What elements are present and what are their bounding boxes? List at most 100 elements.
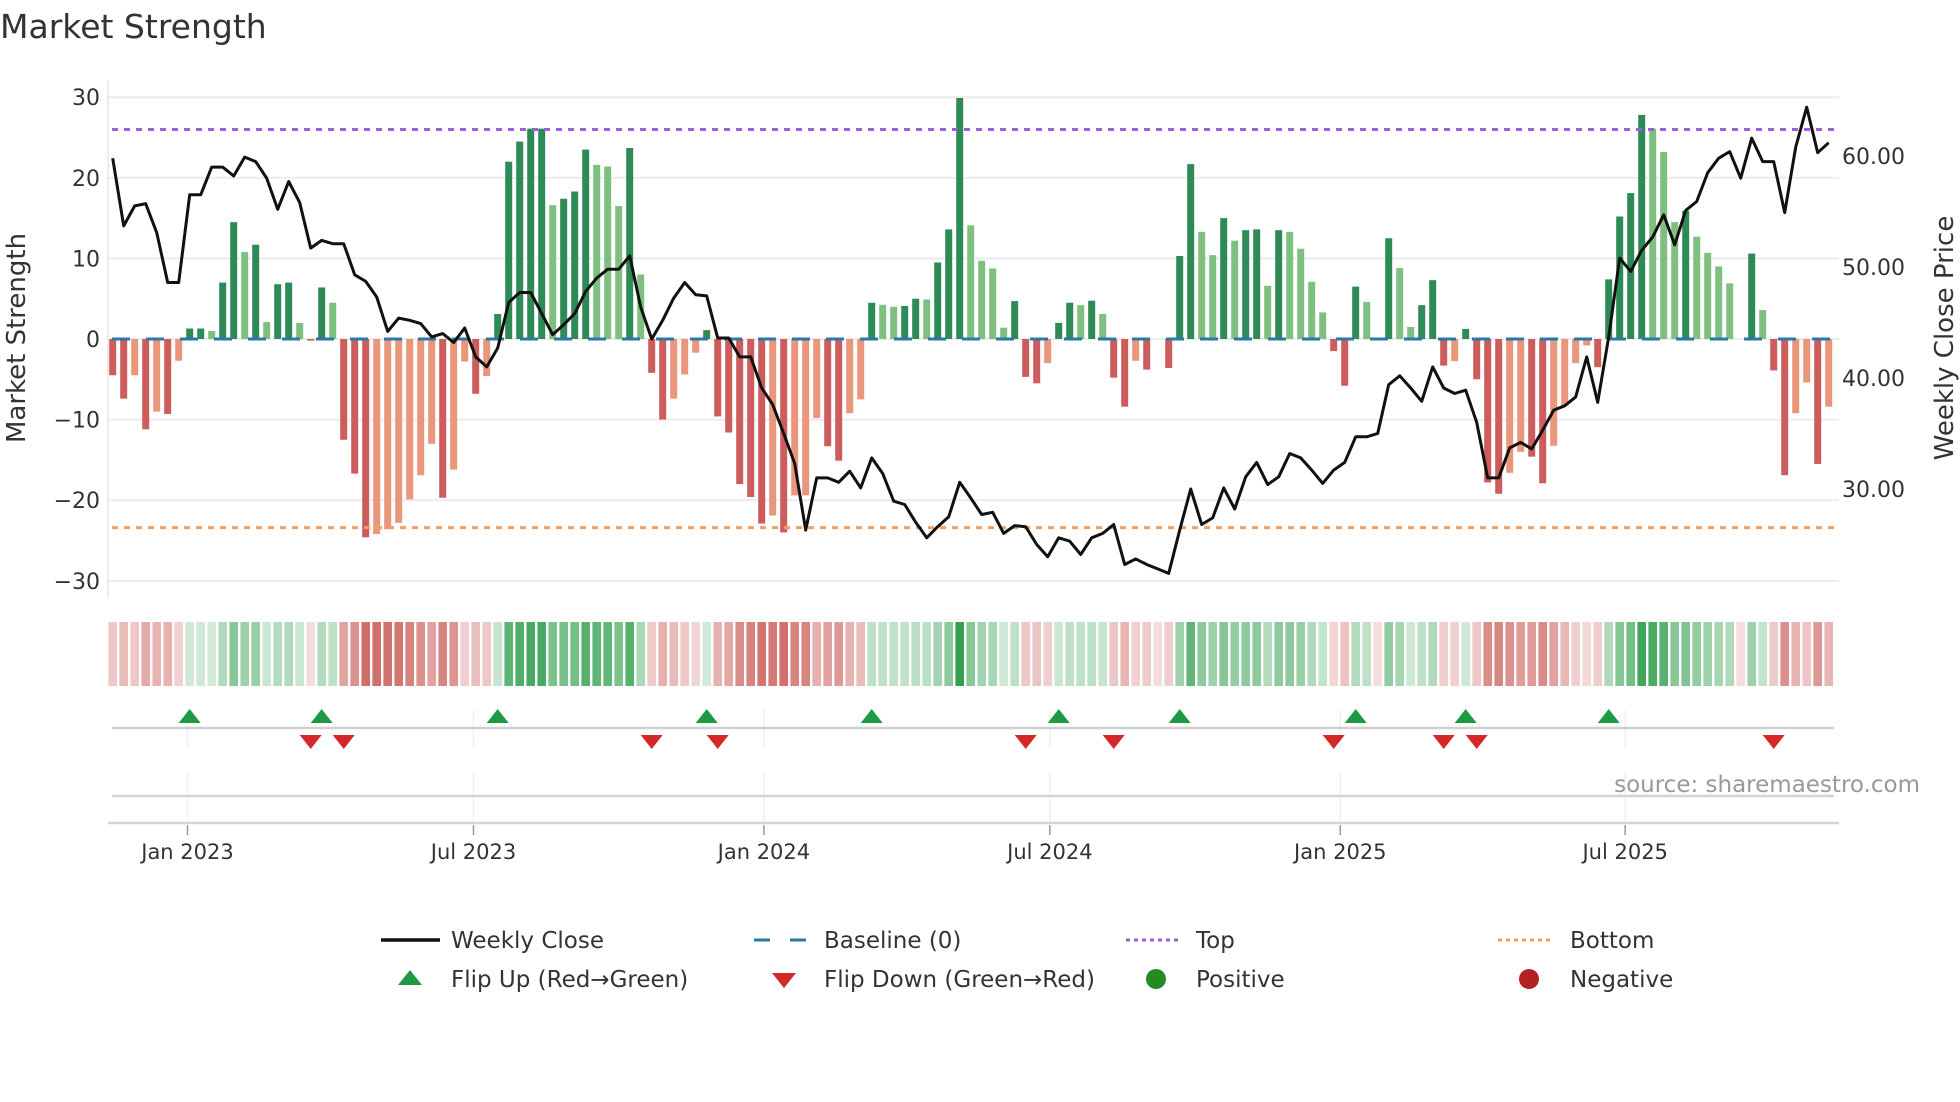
strength-bar <box>1462 328 1470 339</box>
strength-bar <box>1330 339 1338 352</box>
strength-bar <box>890 306 898 339</box>
heat-cell <box>691 622 700 686</box>
strength-bar <box>241 251 249 339</box>
heat-cell <box>1571 622 1580 686</box>
strength-bar <box>1825 339 1833 407</box>
heat-cell <box>130 622 139 686</box>
heat-cell <box>1263 622 1272 686</box>
heat-cell <box>1615 622 1624 686</box>
strength-bar <box>516 141 524 339</box>
heat-cell <box>1219 622 1228 686</box>
heat-cell <box>1197 622 1206 686</box>
triangle-up-icon <box>398 970 422 985</box>
legend-label: Weekly Close <box>451 928 604 954</box>
x-tick-label: Jan 2024 <box>716 840 811 864</box>
heat-cell <box>1032 622 1041 686</box>
heat-cell <box>141 622 150 686</box>
strength-bar <box>1341 339 1349 386</box>
strength-bar <box>1385 238 1393 339</box>
heat-cell <box>427 622 436 686</box>
heat-cell <box>768 622 777 686</box>
strength-bar <box>1187 164 1195 339</box>
flip-down-marker <box>1432 735 1455 749</box>
strength-bar <box>1418 305 1426 339</box>
heat-cell <box>449 622 458 686</box>
heat-cell <box>460 622 469 686</box>
flip-down-marker <box>1102 735 1125 749</box>
heat-cell <box>581 622 590 686</box>
legend-item-positive: Positive <box>1146 967 1285 993</box>
flip-up-marker <box>178 709 201 723</box>
x-axis-ticks: Jan 2023 Jul 2023 Jan 2024 Jul 2024 Jan 2025… <box>139 825 1668 864</box>
heat-cell <box>1670 622 1679 686</box>
strength-bar <box>1231 240 1239 339</box>
y2-tick-label: 60.00 <box>1842 145 1905 170</box>
heat-cell <box>977 622 986 686</box>
heat-cell <box>1175 622 1184 686</box>
strength-bar <box>1363 301 1371 339</box>
flip-up-marker <box>1168 709 1191 723</box>
strength-bar <box>263 322 271 339</box>
strength-bar <box>439 339 447 498</box>
flip-down-marker <box>1322 735 1345 749</box>
strength-bar <box>1352 286 1360 339</box>
heat-cell <box>1461 622 1470 686</box>
heat-cell <box>1813 622 1822 686</box>
heat-cell <box>647 622 656 686</box>
strength-bar <box>626 147 634 339</box>
strength-bar <box>846 339 854 414</box>
strength-bar <box>692 339 700 353</box>
strength-bar <box>329 302 337 339</box>
heat-cell <box>1450 622 1459 686</box>
heat-cell <box>1307 622 1316 686</box>
heat-cell <box>240 622 249 686</box>
heat-cell <box>669 622 678 686</box>
strength-bar <box>824 339 832 447</box>
strength-bar <box>1726 283 1734 339</box>
heat-cell <box>482 622 491 686</box>
flip-down-marker <box>332 735 355 749</box>
y-axis-ticks: 30 20 10 0 −10 −20 −30 <box>54 86 100 595</box>
strength-bar <box>945 229 953 339</box>
heat-cell <box>218 622 227 686</box>
strength-bar <box>1209 255 1217 339</box>
heat-cell <box>306 622 315 686</box>
heat-cell <box>1021 622 1030 686</box>
legend-item-negative: Negative <box>1519 967 1673 993</box>
strength-bars <box>109 98 1833 538</box>
heat-cell <box>724 622 733 686</box>
heat-cell <box>251 622 260 686</box>
y-tick-label: 30 <box>72 86 100 111</box>
strength-bar <box>582 149 590 339</box>
strength-bar <box>1165 339 1173 369</box>
heat-cell <box>592 622 601 686</box>
heat-cell <box>394 622 403 686</box>
heat-cell <box>537 622 546 686</box>
heat-cell <box>1142 622 1151 686</box>
strength-bar <box>868 302 876 339</box>
heat-cell <box>185 622 194 686</box>
strength-bar <box>1451 339 1459 362</box>
strength-bar <box>1121 339 1129 407</box>
heat-cell <box>1604 622 1613 686</box>
heat-cell <box>438 622 447 686</box>
heat-cell <box>1505 622 1514 686</box>
heat-cell <box>361 622 370 686</box>
strength-bar <box>758 339 766 524</box>
strength-bar <box>417 339 425 476</box>
strength-bar <box>1077 305 1085 339</box>
strength-bar <box>1792 339 1800 414</box>
strength-bar <box>274 284 282 339</box>
flip-down-marker <box>1465 735 1488 749</box>
heat-cell <box>1736 622 1745 686</box>
strength-bar <box>1748 253 1756 339</box>
flip-up-marker <box>1454 709 1477 723</box>
heat-cell <box>493 622 502 686</box>
heat-cell <box>889 622 898 686</box>
heat-cell <box>1076 622 1085 686</box>
heat-cell <box>790 622 799 686</box>
heat-cell <box>1637 622 1646 686</box>
strength-bar <box>1440 339 1448 366</box>
heat-cell <box>1329 622 1338 686</box>
heat-cell <box>416 622 425 686</box>
